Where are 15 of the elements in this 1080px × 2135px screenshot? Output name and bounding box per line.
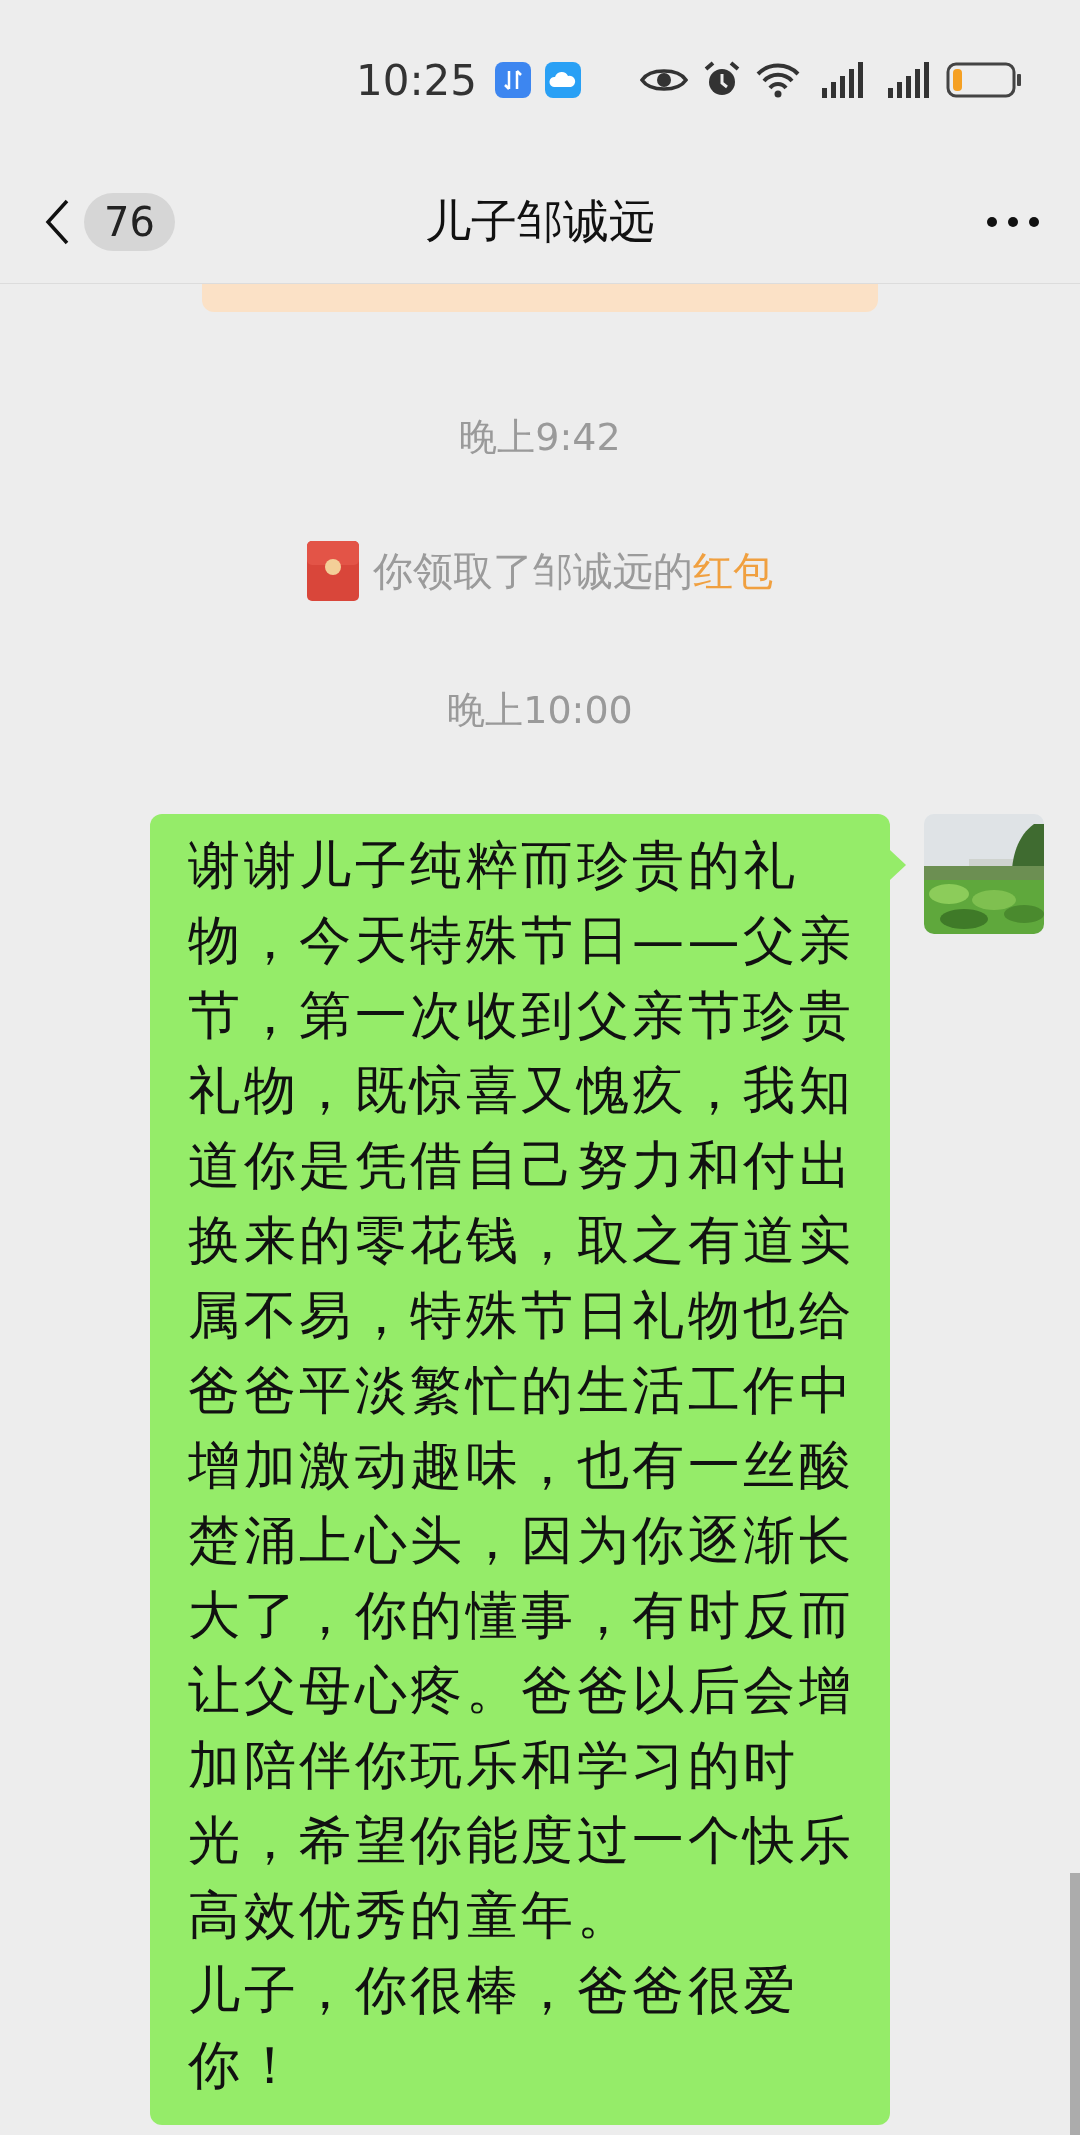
envelope-link[interactable]: 红包 (693, 547, 773, 594)
chat-title: 儿子邹诚远 (425, 192, 655, 250)
more-icon[interactable] (986, 215, 1040, 228)
status-time: 10:25 (356, 55, 478, 105)
message-time: 晚上9:42 (459, 414, 621, 461)
system-message: 你领取了邹诚远的红包 (373, 546, 773, 596)
message-time: 晚上10:00 (447, 687, 633, 734)
battery-icon (946, 60, 1022, 100)
back-icon[interactable] (44, 197, 70, 246)
cloud-icon (545, 62, 582, 98)
data-transfer-icon (495, 62, 532, 98)
message-text: 谢谢儿子纯粹而珍贵的礼物，今天特殊节日——父亲节，第一次收到父亲节珍贵礼物，既惊喜又愧疚，我知道你是凭借自己努力和付出换来的零花钱，取之有道实属不易，特殊节日礼物也给爸爸平淡繁忙的生活工作中增加激动趣味，也有一丝酸楚涌上心头，因为你逐渐长大了，你的懂事，有时反而让父母心疼。爸爸以后会增加陪伴你玩乐和学习的时光，希望你能度过一个快乐高效优秀的童年。 (188, 834, 855, 1947)
unread-count-badge: 76 (84, 192, 175, 251)
message-text: 儿子，你很棒，爸爸很爱你！ (188, 1959, 800, 2097)
envelope-icon (307, 541, 359, 601)
